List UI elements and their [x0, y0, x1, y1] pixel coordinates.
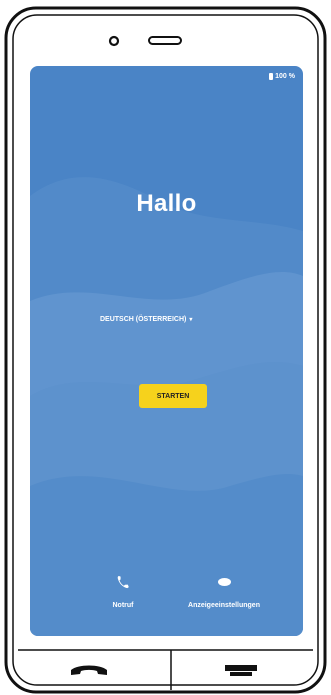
start-button[interactable]: STARTEN: [139, 384, 207, 408]
call-end-icon: [71, 665, 107, 675]
battery-icon: [269, 73, 274, 80]
language-selector[interactable]: DEUTSCH (ÖSTERREICH) ▾: [100, 316, 192, 323]
battery-level: 100 %: [275, 73, 295, 80]
status-bar: 100 %: [269, 73, 295, 80]
phone-icon: [117, 574, 129, 590]
greeting-title: Hallo: [136, 190, 197, 217]
display-settings-label: Anzeigeeinstellungen: [188, 602, 260, 609]
eye-icon: [217, 574, 231, 590]
screen: 100 % Hallo DEUTSCH (ÖSTERREICH) ▾ START…: [30, 66, 303, 636]
menu-key-icon: [225, 665, 257, 676]
chevron-down-icon: ▾: [189, 317, 193, 323]
call-end-key[interactable]: [12, 654, 170, 688]
menu-key[interactable]: [172, 654, 319, 688]
display-settings-button[interactable]: Anzeigeeinstellungen: [165, 574, 283, 609]
emergency-call-button[interactable]: Notruf: [98, 574, 148, 609]
background-waves: [30, 177, 303, 636]
language-label: DEUTSCH (ÖSTERREICH): [100, 316, 187, 323]
emergency-call-label: Notruf: [112, 602, 134, 609]
